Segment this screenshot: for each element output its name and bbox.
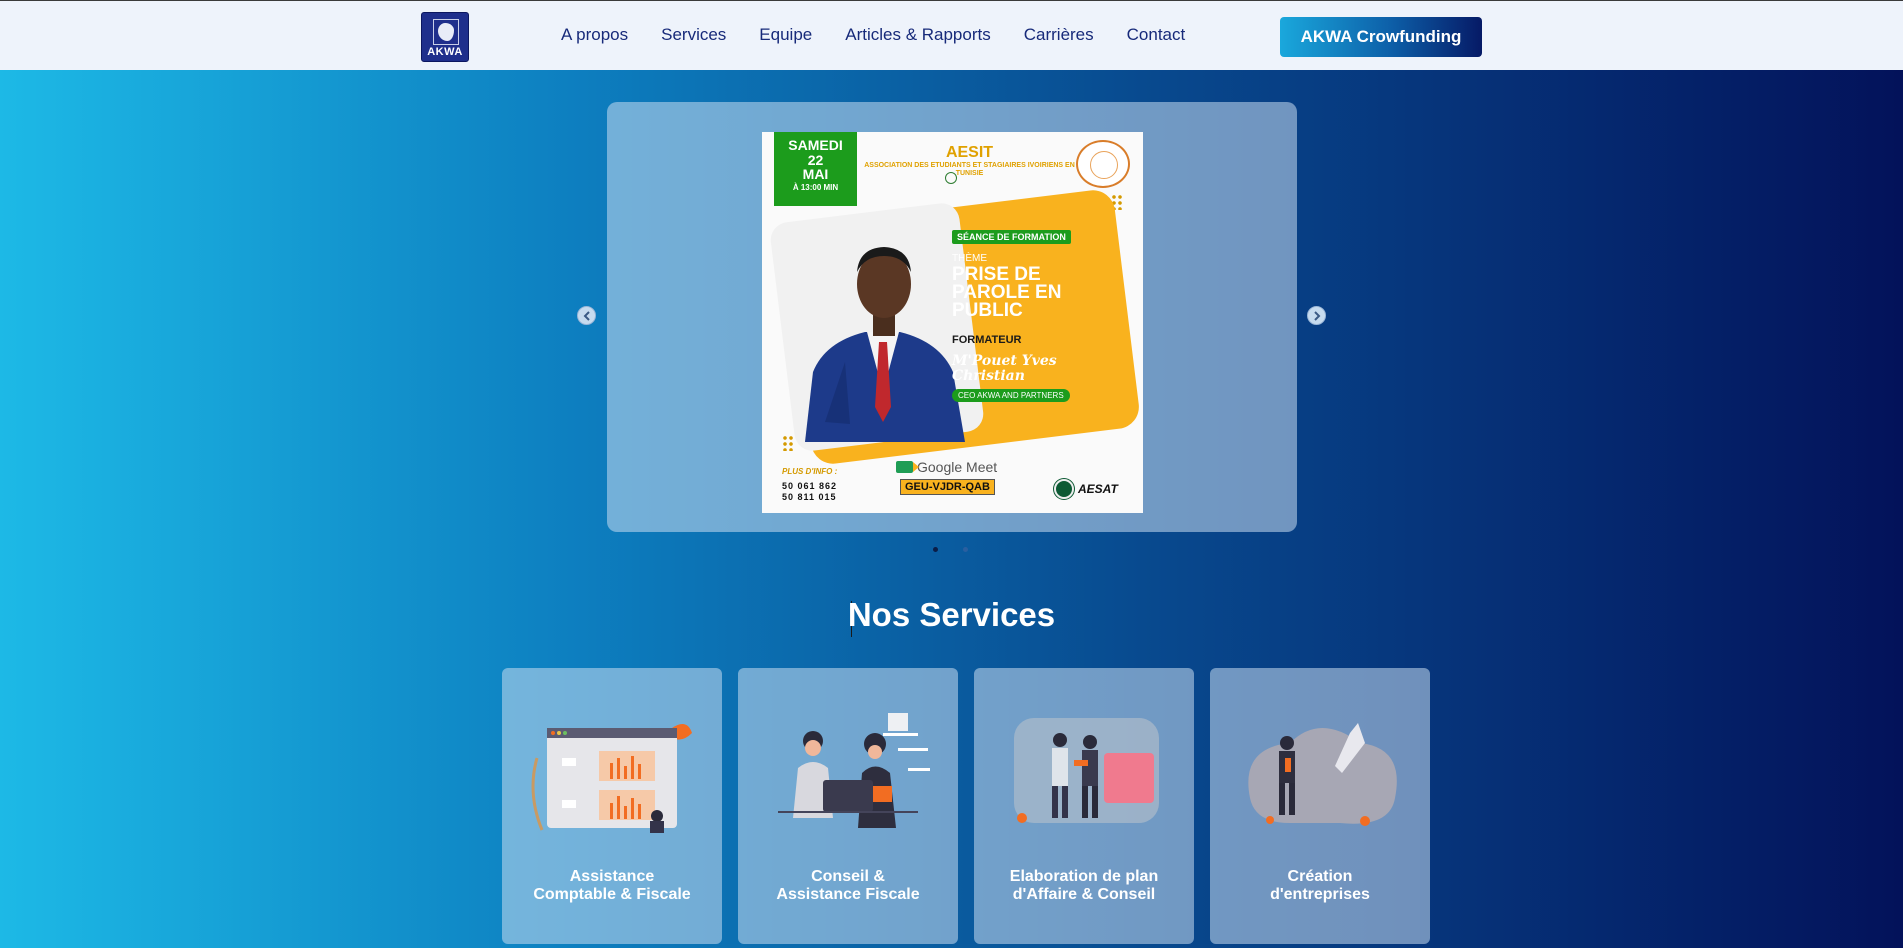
carousel-indicators	[933, 547, 993, 552]
phone-number: 50 811 015	[782, 492, 837, 502]
google-meet-label: Google Meet	[896, 459, 997, 475]
nav-link-contact[interactable]: Contact	[1127, 25, 1186, 45]
service-title: Création d'entreprises	[1220, 868, 1420, 905]
service-title-line-2: Comptable & Fiscale	[533, 886, 691, 904]
accounting-illustration-icon	[531, 724, 692, 833]
service-title-line-2: d'entreprises	[1270, 886, 1370, 904]
organizer: AESIT ASSOCIATION DES ETUDIANTS ET STAGI…	[857, 144, 1082, 179]
organizer-seal-icon	[1076, 140, 1130, 188]
service-title-line-1: Elaboration de plan	[1009, 868, 1159, 885]
service-title-line-1: Assistance	[569, 868, 655, 885]
organizer-full-name: ASSOCIATION DES ETUDIANTS ET STAGIAIRES …	[864, 162, 1075, 178]
trainer-portrait	[805, 247, 965, 442]
service-title: Elaboration de plan d'Affaire & Conseil	[984, 868, 1184, 905]
decorative-circle	[945, 172, 957, 184]
event-date-number: 22	[807, 151, 824, 168]
nav-link-articles-rapports[interactable]: Articles & Rapports	[845, 25, 991, 45]
service-card-business-plan[interactable]: Elaboration de plan d'Affaire & Conseil	[974, 668, 1194, 944]
service-title: Conseil & Assistance Fiscale	[748, 868, 948, 905]
event-month: MAI	[802, 166, 829, 183]
trainer-label: FORMATEUR	[952, 334, 1022, 347]
logo-text: AKWA	[427, 46, 463, 58]
chevron-left-icon	[583, 310, 590, 321]
carousel-indicator-1[interactable]	[933, 547, 938, 552]
info-label: PLUS D'INFO :	[782, 467, 838, 476]
nav-link-equipe[interactable]: Equipe	[759, 25, 812, 45]
service-title-line-1: Conseil &	[811, 868, 885, 885]
event-day: SAMEDI	[788, 137, 843, 153]
service-card-accounting[interactable]: Assistance Comptable & Fiscale	[502, 668, 722, 944]
main-nav: A propos Services Equipe Articles & Rapp…	[561, 25, 1218, 45]
service-title-line-2: d'Affaire & Conseil	[1012, 886, 1156, 904]
consulting-illustration-icon	[778, 713, 930, 828]
phone-number: 50 061 862	[782, 481, 838, 491]
session-badge: SÉANCE DE FORMATION	[952, 230, 1071, 244]
platform-name: Google Meet	[917, 459, 998, 475]
meeting-code: GEU-VJDR-QAB	[900, 479, 995, 495]
nav-link-a-propos[interactable]: A propos	[561, 25, 628, 45]
partner-name: AESAT	[1078, 482, 1118, 496]
trainer-role-badge: CEO AKWA AND PARTNERS	[952, 388, 1070, 402]
theme-label: THÈME	[952, 253, 987, 264]
hero-carousel: SAMEDI 22 MAI À 13:00 MIN AESIT ASSOCIAT…	[607, 102, 1297, 532]
crowdfunding-button[interactable]: AKWA Crowfunding	[1280, 17, 1482, 57]
company-creation-illustration-icon	[1248, 723, 1397, 826]
service-card-consulting[interactable]: Conseil & Assistance Fiscale	[738, 668, 958, 944]
business-plan-illustration-icon	[1014, 718, 1159, 823]
carousel-prev-button[interactable]	[577, 306, 596, 325]
partner-emblem-icon	[1054, 479, 1074, 499]
service-title-line-2: Assistance Fiscale	[776, 886, 920, 904]
service-title: Assistance Comptable & Fiscale	[512, 868, 712, 905]
partner-logo: AESAT	[1054, 479, 1118, 499]
trainer-name: M'Pouet Yves Christian	[952, 353, 1057, 384]
africa-map-icon	[433, 19, 459, 45]
google-meet-icon	[896, 461, 919, 473]
flyer-content: SÉANCE DE FORMATION THÈME PRISE DE PAROL…	[952, 227, 1102, 403]
nav-link-carrieres[interactable]: Carrières	[1024, 25, 1094, 45]
service-card-company-creation[interactable]: Création d'entreprises	[1210, 668, 1430, 944]
akwa-logo[interactable]: AKWA	[421, 12, 469, 62]
theme-title: PRISE DE PAROLE EN PUBLIC	[952, 264, 1062, 322]
event-flyer[interactable]: SAMEDI 22 MAI À 13:00 MIN AESIT ASSOCIAT…	[762, 132, 1143, 513]
services-heading: Nos Services	[847, 596, 1056, 633]
nav-link-services[interactable]: Services	[661, 25, 726, 45]
services-grid: Assistance Comptable & Fiscale Conseil &…	[502, 668, 1446, 944]
organizer-name: AESIT	[945, 144, 994, 161]
top-navigation-bar: AKWA A propos Services Equipe Articles &…	[0, 0, 1903, 70]
carousel-next-button[interactable]	[1307, 306, 1326, 325]
chevron-right-icon	[1313, 310, 1320, 321]
carousel-indicator-2[interactable]	[963, 547, 968, 552]
decorative-dots	[782, 435, 794, 451]
service-title-line-1: Création	[1287, 868, 1353, 885]
